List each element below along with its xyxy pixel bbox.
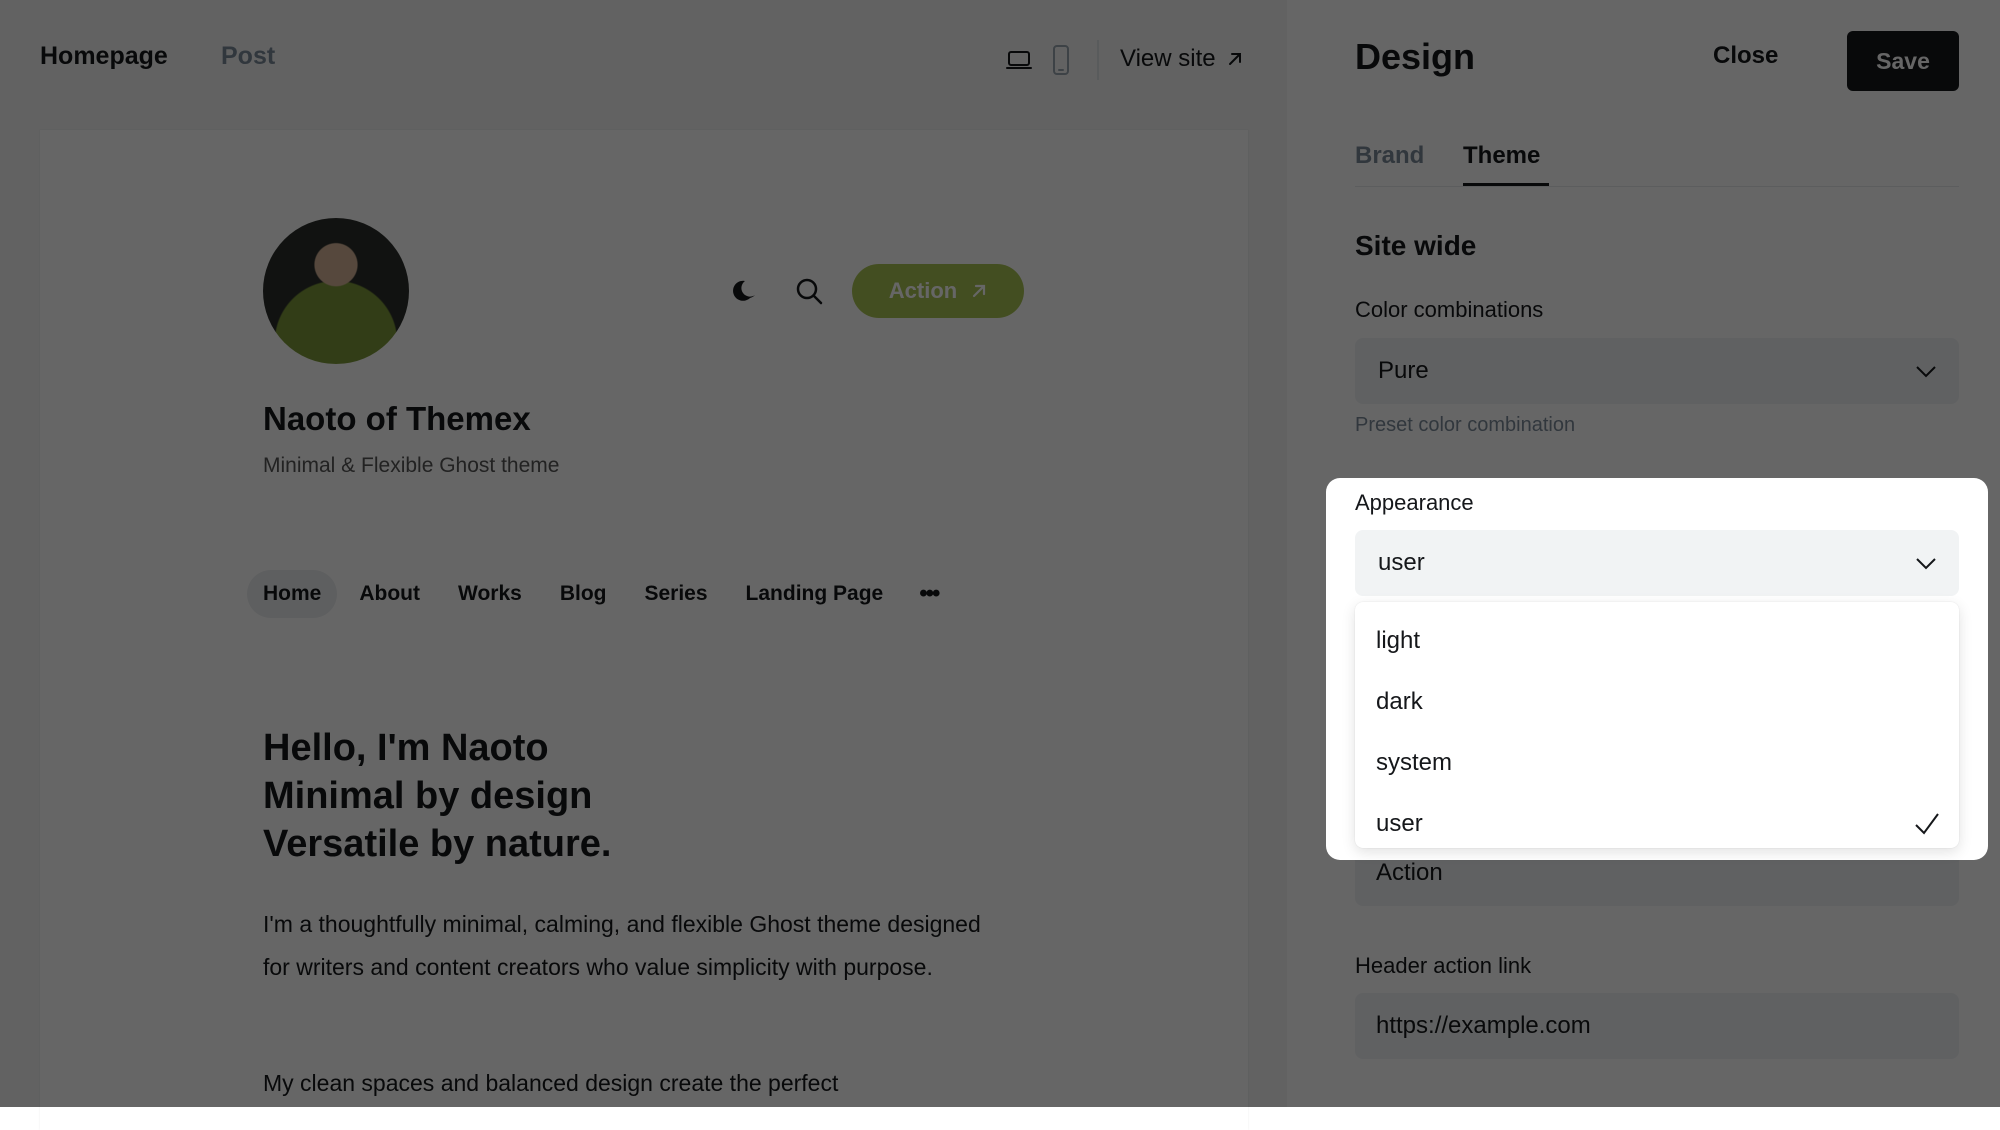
moon-icon[interactable] — [730, 276, 760, 306]
site-title: Naoto of Themex — [263, 400, 531, 437]
topbar-divider — [1097, 40, 1099, 80]
hero-line: Versatile by nature. — [263, 823, 612, 865]
check-icon — [1915, 813, 1939, 835]
appearance-select[interactable]: user — [1355, 530, 1959, 596]
color-combinations-select[interactable]: Pure — [1355, 338, 1959, 404]
external-arrow-icon — [1228, 53, 1241, 65]
option-system[interactable]: system — [1355, 732, 1959, 793]
view-site-label: View site — [1120, 45, 1216, 72]
action-button[interactable]: Action — [852, 264, 1024, 318]
avatar — [263, 218, 409, 364]
tab-brand[interactable]: Brand — [1355, 142, 1424, 170]
option-label: system — [1376, 748, 1453, 776]
option-user[interactable]: user — [1355, 793, 1959, 854]
site-description: Minimal & Flexible Ghost theme — [263, 454, 560, 477]
appearance-label: Appearance — [1355, 490, 1474, 515]
preview-area: Homepage Post View site Action Naoto of … — [0, 0, 1287, 1130]
view-site-link[interactable]: View site — [1120, 45, 1244, 73]
appearance-setting-card: Appearance user light dark system user — [1326, 478, 1988, 860]
header-action-link-label: Header action link — [1355, 953, 1532, 978]
nav-item-works[interactable]: Works — [442, 570, 538, 618]
chevron-down-icon — [1916, 366, 1936, 378]
tabs-divider — [1355, 186, 1959, 187]
tab-homepage[interactable]: Homepage — [40, 42, 168, 71]
site-navigation: Home About Works Blog Series Landing Pag… — [247, 570, 952, 618]
hero-title: Hello, I'm Naoto Minimal by design Versa… — [263, 724, 963, 868]
nav-item-blog[interactable]: Blog — [544, 570, 623, 618]
option-dark[interactable]: dark — [1355, 671, 1959, 732]
tab-post[interactable]: Post — [221, 42, 275, 71]
header-action-text-value: Action — [1376, 859, 1443, 886]
site-preview-frame: Action Naoto of Themex Minimal & Flexibl… — [40, 130, 1248, 1130]
header-action-link-value: https://example.com — [1376, 1012, 1591, 1039]
option-label: light — [1376, 626, 1421, 654]
header-action-link-input[interactable]: https://example.com — [1355, 993, 1959, 1059]
option-label: user — [1376, 809, 1423, 837]
nav-item-home[interactable]: Home — [247, 570, 338, 618]
option-label: dark — [1376, 687, 1423, 715]
section-title: Site wide — [1355, 230, 1477, 261]
hero-line: Hello, I'm Naoto — [263, 727, 549, 769]
nav-item-about[interactable]: About — [343, 570, 436, 618]
appearance-dropdown-menu: light dark system user — [1355, 602, 1959, 848]
external-arrow-icon — [973, 284, 986, 298]
action-button-label: Action — [888, 278, 958, 303]
preview-topbar: Homepage Post View site — [0, 0, 1287, 118]
hero-paragraph: My clean spaces and balanced design crea… — [263, 1070, 839, 1096]
appearance-value: user — [1378, 549, 1425, 576]
more-icon[interactable]: ••• — [905, 572, 952, 616]
nav-item-series[interactable]: Series — [628, 570, 723, 618]
tab-theme[interactable]: Theme — [1463, 142, 1540, 170]
mobile-icon[interactable] — [1052, 44, 1070, 76]
hero-paragraph: I'm a thoughtfully minimal, calming, and… — [263, 911, 981, 980]
option-light[interactable]: light — [1355, 610, 1959, 671]
hero-line: Minimal by design — [263, 775, 593, 817]
color-combinations-value: Pure — [1378, 357, 1429, 384]
save-button[interactable]: Save — [1847, 31, 1959, 91]
close-button[interactable]: Close — [1713, 42, 1778, 70]
laptop-icon[interactable] — [1005, 46, 1033, 74]
color-combinations-hint: Preset color combination — [1355, 414, 1576, 436]
nav-item-landing-page[interactable]: Landing Page — [730, 570, 900, 618]
panel-title: Design — [1355, 36, 1476, 77]
color-combinations-label: Color combinations — [1355, 297, 1544, 322]
search-icon[interactable] — [794, 276, 824, 306]
chevron-down-icon — [1916, 558, 1936, 570]
